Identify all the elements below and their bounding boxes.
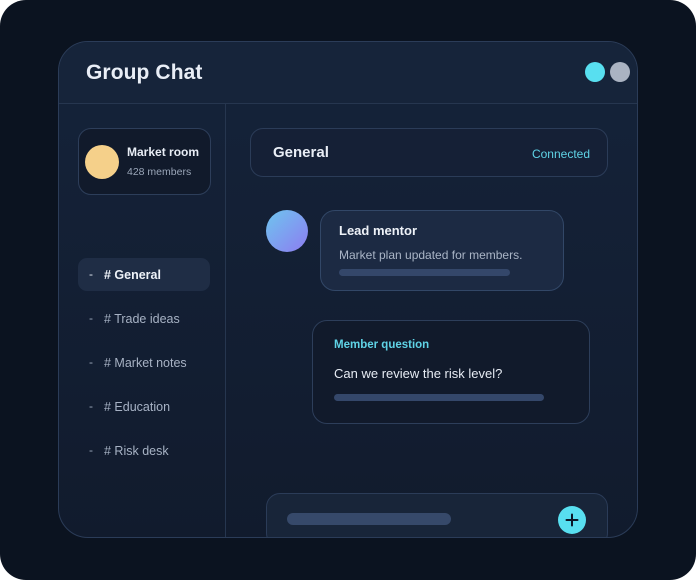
add-button[interactable] (558, 506, 586, 534)
channel-label: # General (104, 268, 161, 282)
chat-main: General Connected Lead mentor Market pla… (226, 104, 637, 537)
sidebar-item-general[interactable]: - # General (78, 258, 210, 291)
room-avatar (85, 145, 119, 179)
room-card[interactable]: Market room 428 members (78, 128, 211, 195)
plus-icon (565, 513, 579, 527)
question-bubble: Member question Can we review the risk l… (312, 320, 590, 424)
message-input[interactable] (287, 513, 451, 525)
message-composer (266, 493, 608, 537)
channel-bullet: - (89, 399, 93, 413)
channel-label: # Market notes (104, 356, 187, 370)
sidebar-item-education[interactable]: - # Education (78, 390, 210, 423)
channel-bullet: - (89, 443, 93, 457)
window-title: Group Chat (86, 61, 203, 84)
chat-window: Group Chat Market room 428 members - # G… (58, 41, 638, 538)
channel-header: General Connected (250, 128, 608, 177)
sidebar-item-risk-desk[interactable]: - # Risk desk (78, 434, 210, 467)
message-sender: Lead mentor (339, 223, 418, 238)
message-placeholder-bar (334, 394, 544, 401)
channel-label: # Education (104, 400, 171, 414)
window-dot-icon[interactable] (610, 62, 630, 82)
channel-bullet: - (89, 355, 93, 369)
channel-bullet: - (89, 311, 93, 325)
message-tag: Member question (334, 339, 430, 351)
connection-status: Connected (531, 147, 590, 161)
room-member-count: 428 members (127, 166, 192, 178)
channel-bullet: - (89, 267, 93, 281)
channel-label: # Risk desk (104, 444, 169, 458)
room-name: Market room (127, 145, 200, 159)
sidebar-item-market-notes[interactable]: - # Market notes (78, 346, 210, 379)
title-bar: Group Chat (59, 42, 637, 104)
message-text: Market plan updated for members. (339, 248, 523, 262)
window-dot-icon[interactable] (585, 62, 605, 82)
avatar[interactable] (266, 210, 308, 252)
channel-title: General (273, 144, 329, 161)
message-placeholder-bar (339, 269, 510, 276)
sidebar-item-trade-ideas[interactable]: - # Trade ideas (78, 302, 210, 335)
app-frame: Group Chat Market room 428 members - # G… (0, 0, 696, 580)
channel-label: # Trade ideas (104, 312, 180, 326)
sidebar: Market room 428 members - # General - # … (59, 104, 226, 537)
message-bubble: Lead mentor Market plan updated for memb… (320, 210, 564, 291)
message-text: Can we review the risk level? (334, 366, 503, 381)
